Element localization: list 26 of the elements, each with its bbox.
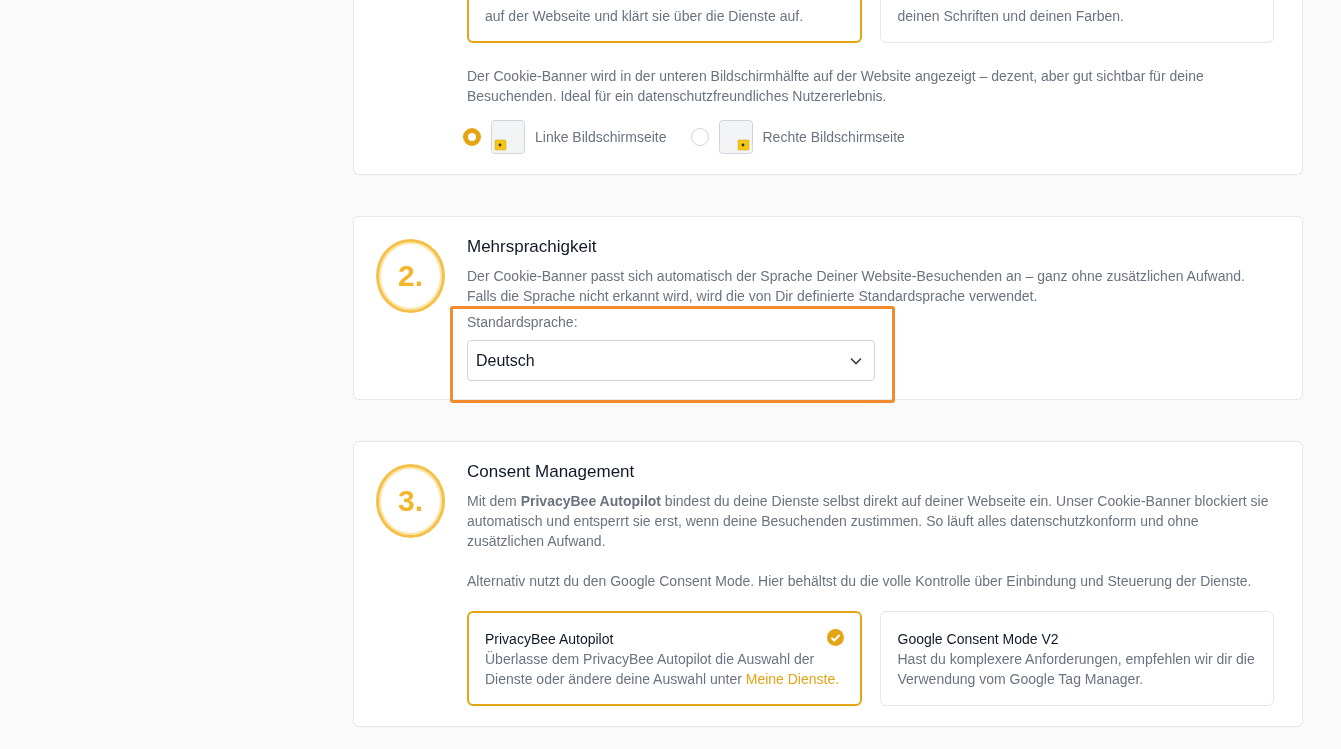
- checkmark-icon: [826, 629, 844, 646]
- chevron-down-icon: [850, 356, 862, 365]
- option-title: Google Consent Mode V2: [897, 630, 1060, 649]
- option-card[interactable]: Google Consent Mode V2 Hast du komplexere Anforderungen, empfehlen wir dir die Verwendung vom Google Tag Manager.: [879, 611, 1274, 706]
- section-title: Consent Management: [467, 462, 636, 482]
- option-title: PrivacyBee Autopilot: [485, 630, 615, 649]
- radio-label[interactable]: Linke Bildschirmseite: [535, 129, 667, 145]
- radio-button[interactable]: [690, 128, 709, 146]
- radio-label[interactable]: Rechte Bildschirmseite: [762, 129, 905, 145]
- field-label: Standardsprache:: [467, 314, 579, 330]
- step-number-badge: 3.: [376, 464, 445, 538]
- description-text: Der Cookie-Banner wird in der unteren Bildschirmhälfte auf der Website angezeigt – dezent, aber gut sichtbar für deine Besuchenden. Ideal für ein datenschutzfreundliches Nutzererlebnis.: [467, 67, 1205, 106]
- banner-preview-icon: [718, 120, 753, 154]
- option-card[interactable]: auf der Webseite und klärt sie über die Dienste auf.: [467, 0, 862, 43]
- option-text: Überlasse dem PrivacyBee Autopilot die Auswahl der Dienste oder ändere deine Auswahl unter Meine Dienste.: [485, 650, 841, 689]
- section-text: Mit dem PrivacyBee Autopilot bindest du deine Dienste selbst direkt auf deiner Webseite ein. Unser Cookie-Banner blockiert sie automatisch und entsperrt sie erst, wenn deine Besuchenden zustimmen. So läuft alles datenschutzkonform und ohne zusätzlichen Aufwand.: [467, 492, 1270, 551]
- section-text: Alternativ nutzt du den Google Consent Mode. Hier behältst du die volle Kontrolle über Einbindung und Steuerung der Dienste.: [467, 572, 1253, 591]
- section-title: Mehrsprachigkeit: [467, 237, 598, 257]
- language-dropdown[interactable]: Deutsch: [467, 340, 875, 381]
- step-number-badge: 2.: [376, 239, 445, 313]
- option-card[interactable]: deinen Schriften und deinen Farben.: [879, 0, 1274, 43]
- section-text: Der Cookie-Banner passt sich automatisch der Sprache Deiner Website-Besuchenden an – ganz ohne zusätzlichen Aufwand. Falls die Sprache nicht erkannt wird, wird die von Dir definierte Standardsprache verwendet.: [467, 267, 1246, 306]
- option-card[interactable]: PrivacyBee Autopilot Überlasse dem PrivacyBee Autopilot die Auswahl der Dienste oder ändere deine Auswahl unter Meine Dienste.: [467, 611, 862, 706]
- option-text: Hast du komplexere Anforderungen, empfehlen wir dir die Verwendung vom Google Tag Manager.: [897, 650, 1256, 689]
- banner-preview-icon: [491, 120, 525, 154]
- radio-button[interactable]: [463, 128, 481, 146]
